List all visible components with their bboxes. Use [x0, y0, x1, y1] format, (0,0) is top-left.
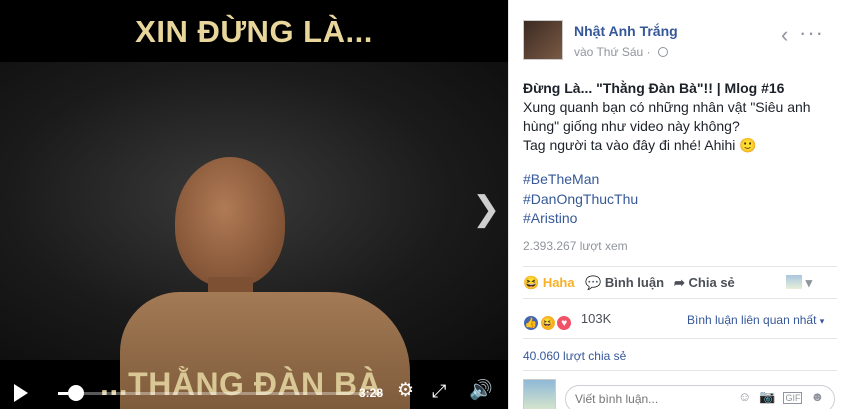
- settings-icon[interactable]: ⚙: [397, 381, 414, 401]
- haha-button[interactable]: 😆 Haha: [523, 275, 575, 291]
- hashtag-link[interactable]: #DanOngThucThu: [523, 190, 638, 210]
- video-caption-top: XIN ĐỪNG LÀ...: [135, 14, 373, 49]
- seek-bar[interactable]: [58, 392, 383, 395]
- haha-icon: 😆: [523, 275, 540, 290]
- caret-down-icon: ▾: [819, 316, 825, 326]
- meta-separator: ·: [646, 45, 651, 59]
- share-icon: ➦: [674, 275, 685, 290]
- author-name[interactable]: Nhật Anh Trắng: [574, 23, 678, 39]
- seek-handle[interactable]: [67, 385, 84, 401]
- haha-icon: 😆: [539, 315, 556, 331]
- comment-sort-dropdown[interactable]: Bình luận liên quan nhất ▾: [687, 313, 824, 327]
- video-frame: [0, 62, 508, 409]
- comment-icon: 💬: [585, 275, 602, 290]
- user-avatar: [523, 379, 556, 409]
- author-avatar[interactable]: [523, 20, 563, 60]
- post-line-2: Tag người ta vào đây đi nhé! Ahihi 🙂: [523, 137, 757, 153]
- post-panel: Nhật Anh Trắng vào Thứ Sáu · ‹ ··· Đừng …: [508, 0, 850, 409]
- view-count: 2.393.267 lượt xem: [523, 239, 628, 253]
- video-player[interactable]: XIN ĐỪNG LÀ... ...THẰNG ĐÀN BÀ ❯ 3:28 ⚙ …: [0, 0, 508, 409]
- facebook-video-viewer: XIN ĐỪNG LÀ... ...THẰNG ĐÀN BÀ ❯ 3:28 ⚙ …: [0, 0, 850, 409]
- gif-icon[interactable]: GIF: [783, 392, 803, 404]
- like-icon: 👍: [523, 315, 539, 331]
- post-title: Đừng Là... "Thằng Đàn Bà"!! | Mlog #16: [523, 80, 785, 96]
- comment-tools: ☺📷 GIF ☻: [738, 389, 832, 405]
- divider: [523, 266, 837, 267]
- video-time: 3:28: [359, 386, 384, 400]
- post-body: Đừng Là... "Thằng Đàn Bà"!! | Mlog #16 X…: [523, 79, 843, 155]
- post-meta: vào Thứ Sáu ·: [574, 45, 668, 59]
- share-count[interactable]: 40.060 lượt chia sẻ: [523, 349, 626, 363]
- video-controls: 3:28 ⚙ ⤢ 🔊: [0, 372, 508, 409]
- comment-composer: ☺📷GIF ☻: [523, 379, 843, 409]
- action-bar: 😆 Haha 💬 Bình luận ➦ Chia sẻ ▾: [523, 272, 837, 294]
- reaction-count: 103K: [580, 311, 612, 326]
- hashtag-link[interactable]: #Aristino: [523, 209, 638, 229]
- post-time[interactable]: vào Thứ Sáu: [574, 45, 643, 59]
- divider: [523, 370, 837, 371]
- fullscreen-icon[interactable]: ⤢: [432, 381, 446, 401]
- globe-icon: [657, 47, 668, 57]
- next-icon[interactable]: ❯: [472, 192, 501, 226]
- more-options-icon[interactable]: ···: [799, 20, 824, 46]
- hashtag-list: #BeTheMan #DanOngThucThu #Aristino: [523, 170, 638, 229]
- comment-button[interactable]: 💬 Bình luận: [585, 275, 664, 291]
- share-button[interactable]: ➦ Chia sẻ: [674, 275, 735, 291]
- post-line-1: Xung quanh bạn có những nhân vật "Siêu a…: [523, 99, 811, 134]
- sticker-icon[interactable]: ☻: [810, 389, 832, 404]
- emoji-icon[interactable]: ☺: [738, 389, 759, 404]
- reaction-summary[interactable]: 👍 😆 ♥ 103K: [523, 311, 611, 331]
- seek-bar-progress: [58, 392, 68, 395]
- divider: [523, 298, 837, 299]
- volume-icon[interactable]: 🔊: [469, 381, 493, 401]
- chevron-left-icon[interactable]: ‹: [781, 22, 788, 48]
- hashtag-link[interactable]: #BeTheMan: [523, 170, 638, 190]
- play-icon[interactable]: [14, 384, 28, 402]
- page-thumbnail-icon: [786, 275, 802, 289]
- divider: [523, 338, 837, 339]
- camera-icon[interactable]: 📷: [759, 389, 783, 404]
- audience-selector[interactable]: ▾: [786, 275, 812, 291]
- love-icon: ♥: [556, 315, 573, 331]
